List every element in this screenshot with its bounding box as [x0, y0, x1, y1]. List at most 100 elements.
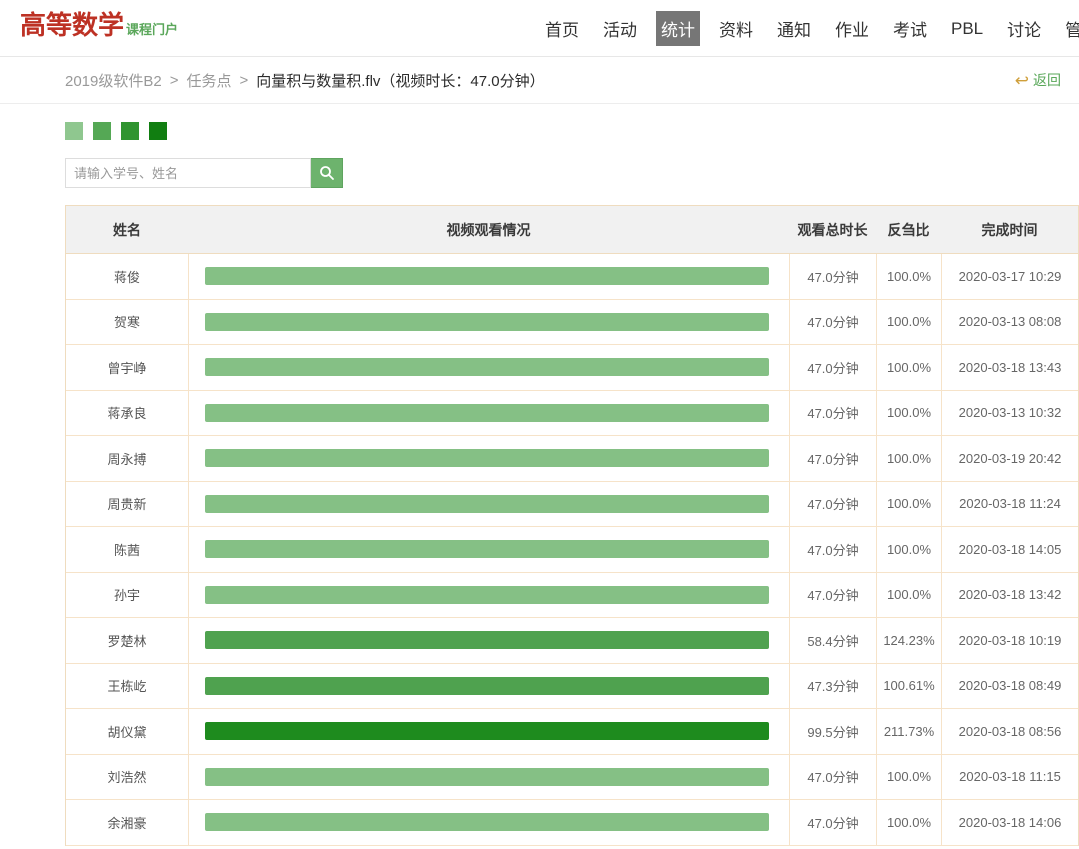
- table-row: 罗楚林 58.4分钟 124.23% 2020-03-18 10:19: [66, 618, 1078, 664]
- watch-progress-bar: [205, 495, 769, 513]
- nav-item-通知[interactable]: 通知: [772, 11, 816, 46]
- watch-duration: 47.0分钟: [789, 391, 876, 436]
- top-bar: 高等数学 课程门户 首页活动统计资料通知作业考试 PBL 讨论管: [0, 0, 1079, 57]
- search-row: [65, 158, 1079, 188]
- table-body: 蒋俊 47.0分钟 100.0% 2020-03-17 10:29 贺寒 47.…: [66, 254, 1078, 846]
- watch-bar-cell: [188, 664, 789, 709]
- table-row: 刘浩然 47.0分钟 100.0% 2020-03-18 11:15: [66, 755, 1078, 801]
- breadcrumb-separator: >: [240, 72, 249, 89]
- watch-duration: 47.0分钟: [789, 345, 876, 390]
- table-row: 余湘豪 47.0分钟 100.0% 2020-03-18 14:06: [66, 800, 1078, 846]
- breadcrumb-bar: 2019级软件B2 > 任务点 > 向量积与数量积.flv（视频时长：47.0分…: [0, 57, 1079, 104]
- watch-bar-cell: [188, 482, 789, 527]
- watch-progress-bar: [205, 722, 769, 740]
- back-button[interactable]: ↩ 返回: [1015, 70, 1061, 90]
- watch-duration: 47.0分钟: [789, 254, 876, 299]
- legend-swatch: [149, 122, 167, 140]
- watch-duration: 99.5分钟: [789, 709, 876, 754]
- student-name: 周贵新: [66, 482, 188, 527]
- finish-time: 2020-03-18 14:06: [941, 800, 1078, 845]
- watch-duration: 47.0分钟: [789, 527, 876, 572]
- table-row: 蒋俊 47.0分钟 100.0% 2020-03-17 10:29: [66, 254, 1078, 300]
- legend: [65, 122, 1079, 140]
- nav-item-考试[interactable]: 考试: [888, 11, 932, 46]
- watch-duration: 58.4分钟: [789, 618, 876, 663]
- watch-bar-cell: [188, 709, 789, 754]
- table-row: 曾宇峥 47.0分钟 100.0% 2020-03-18 13:43: [66, 345, 1078, 391]
- column-header: 反刍比: [876, 220, 941, 240]
- legend-swatch: [93, 122, 111, 140]
- column-header: 观看总时长: [789, 220, 876, 240]
- watch-bar-cell: [188, 345, 789, 390]
- watch-bar-cell: [188, 527, 789, 572]
- nav-item-统计[interactable]: 统计: [656, 11, 700, 46]
- rumination-ratio: 100.0%: [876, 300, 941, 345]
- rumination-ratio: 100.0%: [876, 254, 941, 299]
- watch-progress-bar: [205, 540, 769, 558]
- back-label: 返回: [1033, 70, 1061, 90]
- table-row: 周贵新 47.0分钟 100.0% 2020-03-18 11:24: [66, 482, 1078, 528]
- legend-swatch: [121, 122, 139, 140]
- watch-progress-bar: [205, 404, 769, 422]
- student-name: 刘浩然: [66, 755, 188, 800]
- table-row: 胡仪黛 99.5分钟 211.73% 2020-03-18 08:56: [66, 709, 1078, 755]
- finish-time: 2020-03-18 11:15: [941, 755, 1078, 800]
- nav-item-讨论[interactable]: 讨论: [1002, 11, 1046, 46]
- site-logo[interactable]: 高等数学 课程门户: [20, 12, 178, 38]
- watch-progress-bar: [205, 449, 769, 467]
- rumination-ratio: 100.0%: [876, 800, 941, 845]
- watch-stats-table: 姓名视频观看情况观看总时长反刍比完成时间 蒋俊 47.0分钟 100.0% 20…: [65, 205, 1079, 846]
- watch-progress-bar: [205, 586, 769, 604]
- breadcrumb-course[interactable]: 2019级软件B2: [65, 70, 162, 91]
- watch-bar-cell: [188, 755, 789, 800]
- nav-item-首页[interactable]: 首页: [540, 11, 584, 46]
- watch-bar-cell: [188, 300, 789, 345]
- watch-progress-bar: [205, 358, 769, 376]
- back-arrow-icon: ↩: [1015, 72, 1029, 89]
- watch-bar-cell: [188, 573, 789, 618]
- watch-duration: 47.3分钟: [789, 664, 876, 709]
- watch-progress-bar: [205, 631, 769, 649]
- watch-progress-bar: [205, 813, 769, 831]
- watch-duration: 47.0分钟: [789, 573, 876, 618]
- watch-bar-cell: [188, 618, 789, 663]
- nav-item-管[interactable]: 管: [1060, 11, 1079, 46]
- watch-progress-bar: [205, 313, 769, 331]
- finish-time: 2020-03-18 13:42: [941, 573, 1078, 618]
- finish-time: 2020-03-18 13:43: [941, 345, 1078, 390]
- table-header-row: 姓名视频观看情况观看总时长反刍比完成时间: [66, 206, 1078, 254]
- nav-item-资料[interactable]: 资料: [714, 11, 758, 46]
- site-subtitle: 课程门户: [126, 23, 178, 38]
- finish-time: 2020-03-13 10:32: [941, 391, 1078, 436]
- rumination-ratio: 100.0%: [876, 345, 941, 390]
- student-name: 王栋屹: [66, 664, 188, 709]
- student-name: 胡仪黛: [66, 709, 188, 754]
- nav-item-PBL[interactable]: PBL: [946, 14, 988, 44]
- student-name: 蒋俊: [66, 254, 188, 299]
- finish-time: 2020-03-18 10:19: [941, 618, 1078, 663]
- watch-duration: 47.0分钟: [789, 800, 876, 845]
- rumination-ratio: 100.0%: [876, 573, 941, 618]
- search-button[interactable]: [311, 158, 343, 188]
- student-name: 余湘豪: [66, 800, 188, 845]
- nav-item-作业[interactable]: 作业: [830, 11, 874, 46]
- student-name: 罗楚林: [66, 618, 188, 663]
- table-row: 贺寒 47.0分钟 100.0% 2020-03-13 08:08: [66, 300, 1078, 346]
- watch-bar-cell: [188, 800, 789, 845]
- watch-duration: 47.0分钟: [789, 482, 876, 527]
- column-header: 姓名: [66, 220, 188, 240]
- table-row: 周永搏 47.0分钟 100.0% 2020-03-19 20:42: [66, 436, 1078, 482]
- finish-time: 2020-03-13 08:08: [941, 300, 1078, 345]
- rumination-ratio: 100.0%: [876, 527, 941, 572]
- rumination-ratio: 211.73%: [876, 709, 941, 754]
- watch-progress-bar: [205, 768, 769, 786]
- search-input[interactable]: [65, 158, 311, 188]
- watch-duration: 47.0分钟: [789, 300, 876, 345]
- student-name: 孙宇: [66, 573, 188, 618]
- breadcrumb-section[interactable]: 任务点: [186, 70, 231, 91]
- student-name: 贺寒: [66, 300, 188, 345]
- watch-bar-cell: [188, 254, 789, 299]
- finish-time: 2020-03-18 14:05: [941, 527, 1078, 572]
- table-row: 王栋屹 47.3分钟 100.61% 2020-03-18 08:49: [66, 664, 1078, 710]
- nav-item-活动[interactable]: 活动: [598, 11, 642, 46]
